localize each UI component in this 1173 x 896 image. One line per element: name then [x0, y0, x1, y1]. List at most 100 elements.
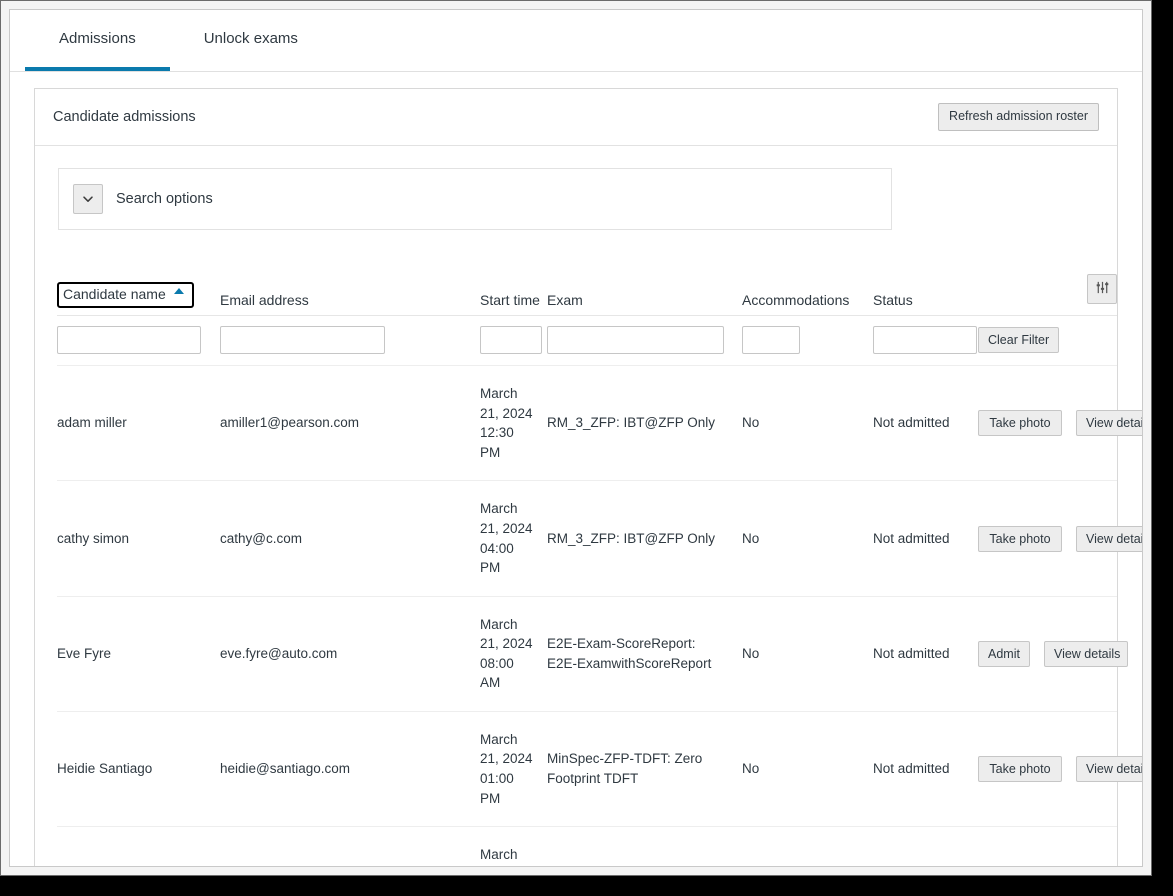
sort-ascending-icon — [173, 288, 184, 295]
filter-cell-exam — [547, 315, 742, 367]
cell-actions: Admit View details — [978, 827, 1117, 866]
column-header-status[interactable]: Status — [873, 261, 978, 317]
filter-cell-actions: Clear Filter — [978, 315, 1117, 367]
table-row: Eve Fyre eve.fyre@auto.com March 21, 202… — [57, 596, 1128, 712]
cell-status: Not admitted — [873, 711, 978, 828]
sort-control-candidate-name[interactable]: Candidate name — [57, 282, 194, 309]
filter-cell-status — [873, 315, 978, 367]
table-row: Heidie Santiago heidie@santiago.com Marc… — [57, 711, 1142, 828]
take-photo-button[interactable]: Take photo — [978, 756, 1062, 782]
filter-input-status[interactable] — [873, 326, 977, 355]
cell-candidate-name: Jack Jones — [57, 827, 220, 866]
column-header-start-time-label: Start time — [480, 292, 540, 309]
filter-input-start-time[interactable] — [480, 326, 542, 355]
cell-accommodations: No — [742, 827, 873, 866]
cell-start-time: March 21, 2024 08:00 AM — [480, 596, 547, 712]
table-header: Candidate name Email address Start time — [57, 261, 1117, 317]
cell-exam: E2EExam: E2EExam-proctored — [547, 827, 742, 866]
cell-status: Not admitted — [873, 365, 978, 482]
card-body: Search options Candidate name Email addr… — [35, 146, 1142, 866]
table-row: cathy simon cathy@c.com March 21, 2024 0… — [57, 480, 1142, 597]
take-photo-button[interactable]: Take photo — [978, 410, 1062, 437]
cell-status: Not admitted — [873, 480, 978, 597]
filter-input-email-address[interactable] — [220, 326, 385, 355]
filter-cell-email — [220, 315, 480, 367]
table-filter-row: Clear Filter — [57, 315, 1117, 367]
filter-cell-name — [57, 315, 220, 367]
cell-actions: Take photo View details — [978, 711, 1142, 828]
filter-input-accommodations[interactable] — [742, 326, 800, 355]
tab-admissions-label: Admissions — [59, 30, 136, 47]
cell-email-address: heidie@santiago.com — [220, 711, 480, 828]
column-header-accommodations[interactable]: Accommodations — [742, 261, 873, 317]
cell-candidate-name: adam miller — [57, 365, 220, 482]
filter-cell-accommodations — [742, 315, 873, 367]
cell-actions: Take photo View details — [978, 480, 1142, 597]
cell-accommodations: No — [742, 365, 873, 482]
view-details-button[interactable]: View details — [1076, 756, 1142, 782]
table-body: Clear Filter adam miller amiller1@pearso… — [57, 315, 1142, 866]
card-header: Candidate admissions Refresh admission r… — [35, 89, 1117, 146]
search-options-label: Search options — [116, 190, 213, 207]
admissions-table: Candidate name Email address Start time — [57, 261, 1142, 866]
clear-filter-button[interactable]: Clear Filter — [978, 327, 1060, 354]
view-details-button[interactable]: View details — [1076, 410, 1142, 437]
cell-exam: E2E-Exam-ScoreReport: E2E-ExamwithScoreR… — [547, 596, 742, 712]
page-content: Admissions Unlock exams Candidate admiss… — [9, 9, 1143, 867]
chevron-down-icon — [81, 192, 95, 206]
cell-actions: Take photo View details — [978, 365, 1142, 482]
cell-candidate-name: cathy simon — [57, 480, 220, 597]
cell-email-address: cathy@c.com — [220, 480, 480, 597]
filter-input-candidate-name[interactable] — [57, 326, 201, 355]
table-row: adam miller amiller1@pearson.com March 2… — [57, 365, 1142, 482]
search-options-panel: Search options — [58, 167, 892, 230]
column-header-candidate-name-label: Candidate name — [63, 286, 166, 303]
filter-cell-start-time — [480, 315, 547, 367]
tab-bar: Admissions Unlock exams — [10, 10, 1142, 72]
table-row: Jack Jones jackjones@abc.com March 21, 2… — [57, 827, 1117, 866]
cell-start-time: March 21, 2024 01:00 PM — [480, 711, 547, 828]
column-header-exam[interactable]: Exam — [547, 261, 742, 317]
cell-exam: RM_3_ZFP: IBT@ZFP Only — [547, 365, 742, 482]
column-header-actions — [978, 261, 1117, 317]
cell-status: Not admitted — [873, 596, 978, 712]
cell-candidate-name: Heidie Santiago — [57, 711, 220, 828]
sliders-icon — [1095, 280, 1110, 298]
column-header-candidate-name[interactable]: Candidate name — [57, 261, 220, 317]
page-title: Candidate admissions — [53, 108, 196, 125]
admit-button[interactable]: Admit — [978, 640, 1030, 667]
take-photo-button[interactable]: Take photo — [978, 525, 1062, 552]
candidate-admissions-card: Candidate admissions Refresh admission r… — [34, 88, 1142, 866]
search-options-toggle[interactable] — [73, 183, 103, 214]
cell-exam: MinSpec-ZFP-TDFT: Zero Footprint TDFT — [547, 711, 742, 828]
view-details-button[interactable]: View details — [1043, 640, 1128, 667]
cell-accommodations: No — [742, 596, 873, 712]
cell-accommodations: No — [742, 480, 873, 597]
view-details-button[interactable]: View details — [1076, 525, 1142, 552]
cell-start-time: March 21, 2024 12:30 PM — [480, 365, 547, 482]
refresh-admission-roster-button[interactable]: Refresh admission roster — [938, 103, 1099, 131]
column-header-email-address-label: Email address — [220, 292, 309, 309]
cell-status: Not admitted — [873, 827, 978, 866]
table-header-row: Candidate name Email address Start time — [57, 261, 1117, 317]
column-header-status-label: Status — [873, 292, 913, 309]
column-header-start-time[interactable]: Start time — [480, 261, 547, 317]
cell-candidate-name: Eve Fyre — [57, 596, 220, 712]
column-header-exam-label: Exam — [547, 292, 583, 309]
column-header-accommodations-label: Accommodations — [742, 292, 850, 309]
column-header-email-address[interactable]: Email address — [220, 261, 480, 317]
filter-input-exam[interactable] — [547, 326, 724, 355]
cell-email-address: amiller1@pearson.com — [220, 365, 480, 482]
screen: Admissions Unlock exams Candidate admiss… — [0, 0, 1173, 896]
cell-email-address: jackjones@abc.com — [220, 827, 480, 866]
cell-actions: Admit View details — [978, 596, 1128, 712]
cell-accommodations: No — [742, 711, 873, 828]
tab-unlock-exams-label: Unlock exams — [203, 30, 298, 47]
tab-unlock-exams[interactable]: Unlock exams — [170, 10, 332, 71]
table-settings-button[interactable] — [1087, 274, 1117, 305]
cell-email-address: eve.fyre@auto.com — [220, 596, 480, 712]
browser-window: Admissions Unlock exams Candidate admiss… — [0, 0, 1152, 876]
cell-exam: RM_3_ZFP: IBT@ZFP Only — [547, 480, 742, 597]
tab-admissions[interactable]: Admissions — [25, 10, 170, 71]
cell-start-time: March 21, 2024 04:00 PM — [480, 480, 547, 597]
